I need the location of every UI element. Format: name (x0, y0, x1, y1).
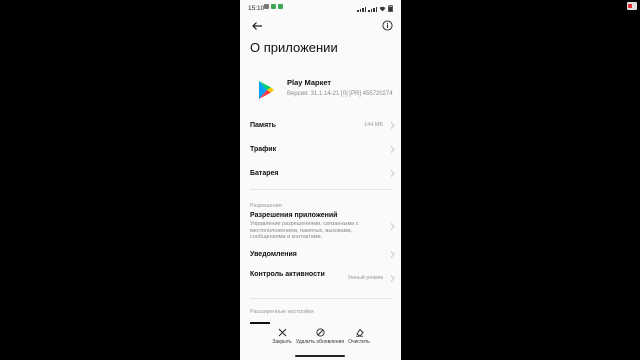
divider (250, 298, 391, 299)
row-label: Разрешения приложений (250, 212, 338, 219)
close-icon (278, 328, 286, 337)
notification-icon (271, 4, 276, 9)
play-market-icon (259, 81, 274, 99)
clear-label: Очистить (348, 339, 370, 345)
row-label: Трафик (250, 146, 277, 153)
row-label: Батарея (250, 170, 279, 177)
signal-icon (368, 7, 377, 12)
remove-updates-button[interactable]: Удалить обновления (295, 326, 345, 345)
section-header-advanced: Расширенные настройки (250, 309, 314, 315)
notification-icons (264, 4, 283, 9)
info-icon[interactable] (382, 20, 393, 31)
window-corner-icon (627, 2, 637, 10)
status-bar: 15:10 (240, 0, 401, 18)
row-activity-control[interactable]: Контроль активности Умный режим (250, 270, 395, 282)
chevron-right-icon (390, 122, 395, 129)
partial-row-label (250, 322, 270, 324)
row-description: Управление разрешениями, связанными с ме… (250, 221, 359, 240)
battery-icon (388, 5, 393, 12)
row-label: Уведомления (250, 251, 297, 258)
clear-button[interactable]: Очистить (339, 326, 379, 345)
chevron-right-icon (390, 223, 395, 230)
row-app-permissions[interactable]: Разрешения приложений Управление разреше… (250, 211, 395, 241)
page-title: О приложении (250, 40, 338, 55)
app-name: Play Маркет (287, 78, 332, 87)
wifi-icon (379, 6, 386, 12)
home-indicator[interactable] (295, 355, 345, 357)
row-traffic[interactable]: Трафик (250, 145, 395, 154)
row-battery[interactable]: Батарея (250, 169, 395, 178)
chevron-right-icon (390, 146, 395, 153)
divider (250, 189, 391, 190)
block-icon (315, 328, 325, 337)
row-value: Умный режим (347, 275, 383, 281)
row-notifications[interactable]: Уведомления (250, 250, 395, 259)
status-time: 15:10 (248, 5, 265, 12)
notification-icon (264, 4, 269, 9)
system-icons (357, 5, 393, 12)
back-arrow-icon[interactable] (251, 20, 263, 32)
bottom-action-bar: Закрыть Удалить обновления Очистить (240, 326, 401, 352)
chevron-right-icon (390, 170, 395, 177)
remove-updates-label: Удалить обновления (295, 339, 345, 345)
eraser-icon (355, 328, 364, 337)
chevron-right-icon (390, 251, 395, 258)
signal-icon (357, 7, 366, 12)
row-label: Контроль активности (250, 271, 325, 278)
phone-screen: 15:10 О приложении Play Маркет Версия: 3… (240, 0, 401, 360)
notification-icon (278, 4, 283, 9)
chevron-right-icon (390, 275, 395, 282)
section-header-permissions: Разрешения (250, 203, 282, 209)
row-value: 144 МБ (364, 122, 383, 128)
app-version: Версия: 31.1.14-21 [0] [PR] 455720274 (287, 91, 393, 97)
row-memory[interactable]: Память 144 МБ (250, 121, 395, 130)
